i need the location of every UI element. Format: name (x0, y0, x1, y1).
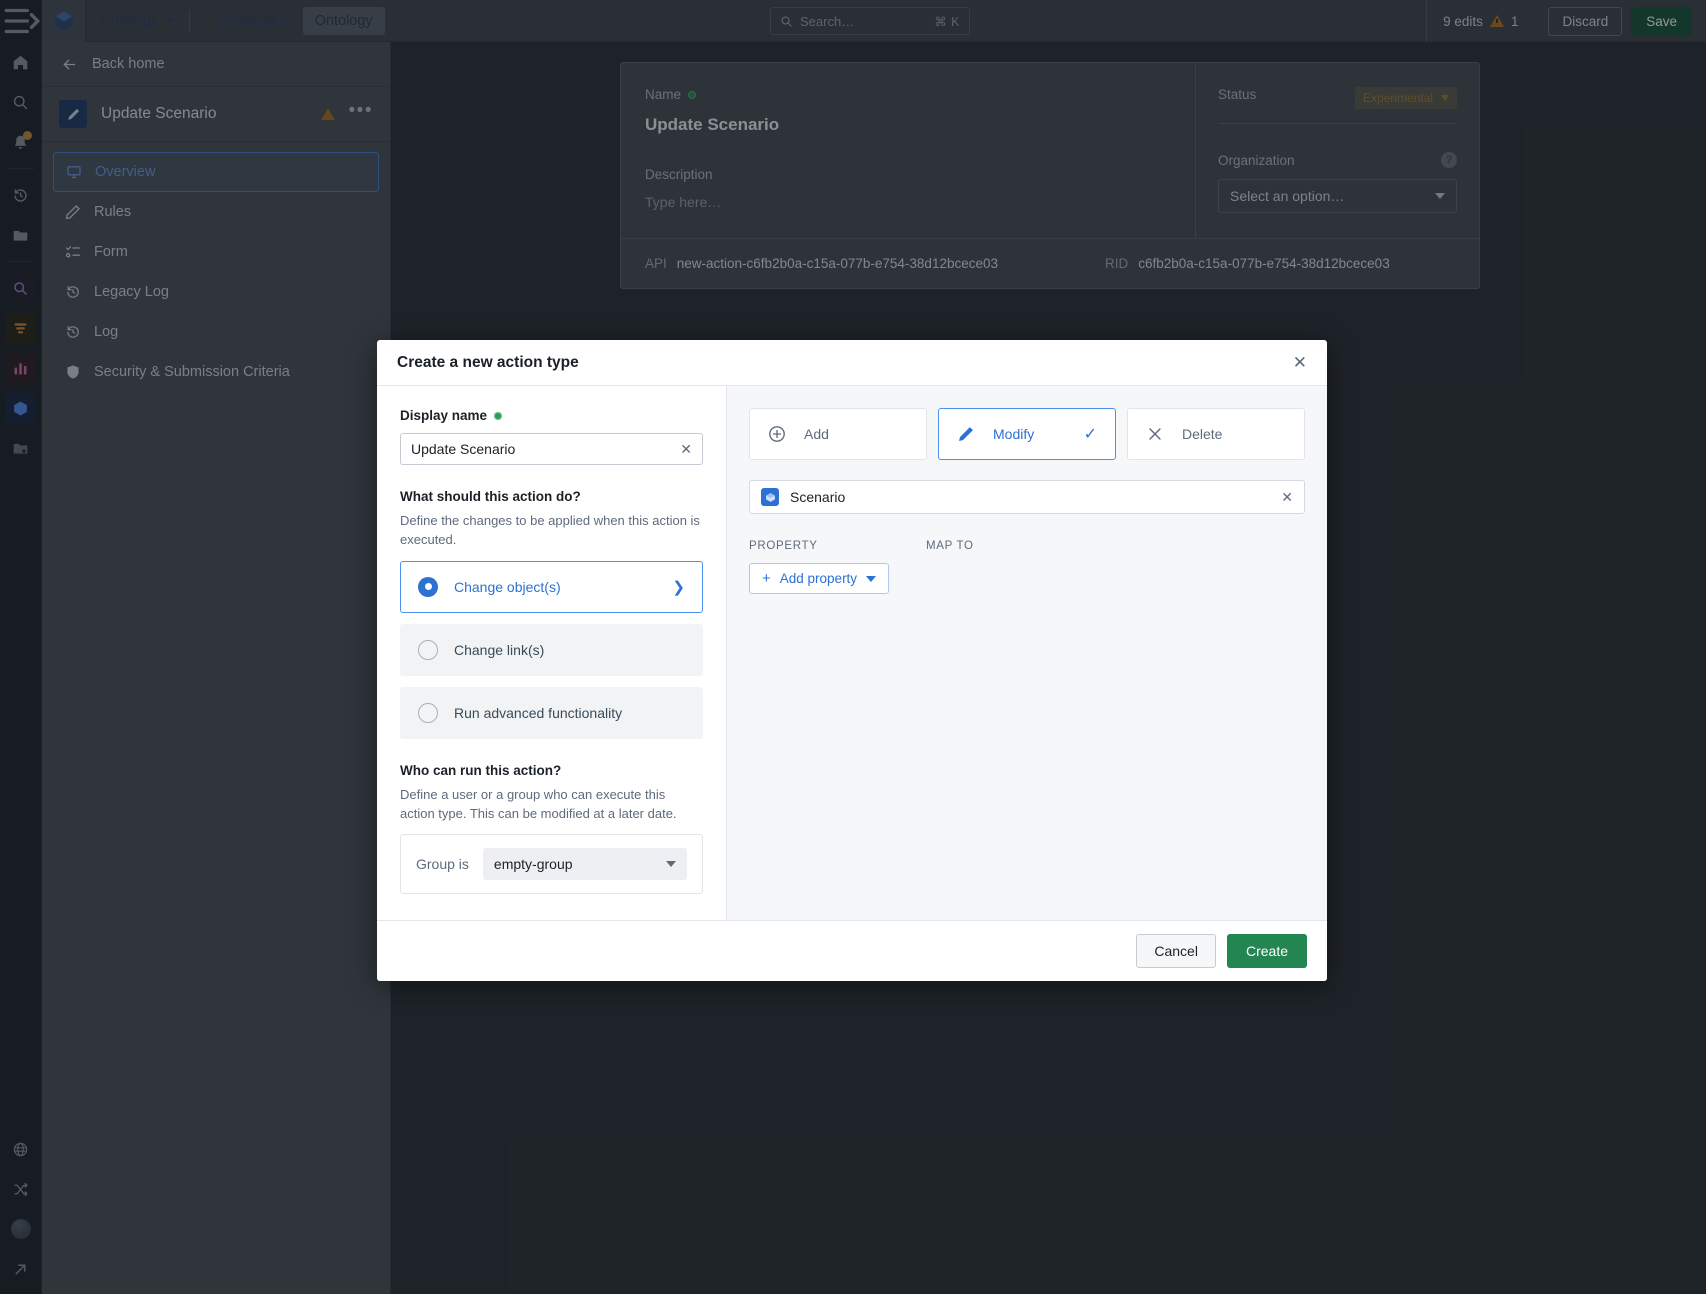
cross-icon (1146, 425, 1164, 443)
create-button[interactable]: Create (1226, 934, 1307, 969)
add-property-button[interactable]: + Add property (749, 563, 890, 594)
check-icon: ✓ (1083, 426, 1097, 443)
required-dot-icon (494, 411, 503, 420)
action-mode-segments: Add Modify ✓ Delete (749, 408, 1305, 460)
dialog-body: Display name Update Scenario ✕ What shou… (377, 386, 1327, 921)
radio-icon (418, 702, 438, 723)
group-select[interactable]: empty-group (482, 848, 687, 881)
chevron-right-icon: ❯ (672, 578, 685, 596)
radio-icon (418, 576, 438, 597)
clear-icon[interactable]: ✕ (680, 441, 692, 458)
property-table-header: PROPERTY MAP TO (749, 540, 1305, 552)
action-question-label: What should this action do? (400, 489, 581, 504)
display-name-value: Update Scenario (411, 441, 516, 457)
dialog-right-column: Add Modify ✓ Delete Scenario ✕ PROPERTY … (727, 386, 1327, 921)
object-type-input[interactable]: Scenario ✕ (749, 480, 1305, 514)
cancel-button[interactable]: Cancel (1136, 934, 1216, 969)
who-question-description: Define a user or a group who can execute… (400, 786, 677, 821)
who-question-label: Who can run this action? (400, 762, 562, 778)
chevron-down-icon (866, 575, 877, 582)
display-name-label-text: Display name (400, 408, 488, 423)
dialog-left-column: Display name Update Scenario ✕ What shou… (377, 386, 727, 921)
app-root: Ontology Archetypes Ontology Search… ⌘ K… (0, 0, 1706, 1294)
object-type-value: Scenario (790, 489, 846, 505)
option-change-objects[interactable]: Change object(s) ❯ (400, 560, 703, 613)
display-name-label: Display name (400, 408, 703, 423)
column-header-property: PROPERTY (749, 540, 818, 552)
option-change-links[interactable]: Change link(s) (400, 623, 703, 676)
segment-delete[interactable]: Delete (1127, 408, 1305, 460)
dialog-title: Create a new action type (397, 353, 579, 371)
segment-modify[interactable]: Modify ✓ (938, 408, 1116, 460)
chevron-down-icon (666, 861, 676, 868)
action-question-description: Define the changes to be applied when th… (400, 513, 700, 547)
clear-icon[interactable]: ✕ (1281, 489, 1293, 506)
plus-circle-icon (768, 425, 786, 443)
add-property-label: Add property (779, 571, 858, 586)
segment-label: Delete (1182, 426, 1223, 442)
segment-add[interactable]: Add (749, 408, 927, 460)
group-select-value: empty-group (493, 856, 573, 873)
option-run-advanced[interactable]: Run advanced functionality (400, 686, 703, 739)
close-icon[interactable]: ✕ (1293, 354, 1307, 371)
segment-label: Modify (993, 426, 1035, 442)
radio-icon (418, 639, 438, 660)
group-prefix-label: Group is (416, 856, 469, 873)
pencil-icon (957, 425, 975, 443)
plus-icon: + (762, 570, 771, 587)
segment-label: Add (804, 426, 829, 442)
group-selector-row: Group is empty-group (400, 834, 703, 895)
create-action-type-dialog: Create a new action type ✕ Display name … (377, 340, 1327, 982)
option-label: Run advanced functionality (454, 704, 623, 721)
option-label: Change object(s) (454, 578, 561, 595)
dialog-footer: Cancel Create (377, 920, 1327, 982)
option-label: Change link(s) (454, 641, 545, 658)
column-header-map-to: MAP TO (926, 540, 974, 552)
object-type-icon (761, 488, 779, 506)
dialog-header: Create a new action type ✕ (377, 340, 1327, 386)
display-name-input[interactable]: Update Scenario ✕ (400, 433, 703, 465)
